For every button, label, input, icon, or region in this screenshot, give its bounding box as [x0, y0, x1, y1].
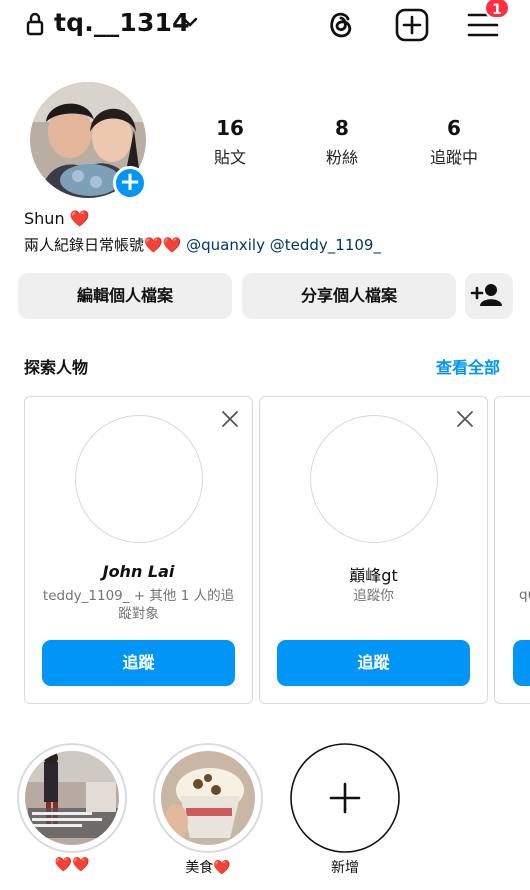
add-story-button[interactable]: + [113, 166, 147, 200]
suggested-user-name[interactable]: 巔峰gt [260, 562, 487, 586]
threads-icon[interactable] [324, 7, 358, 41]
new-highlight-button[interactable] [289, 742, 401, 854]
suggested-user-name[interactable]: John Lai [25, 562, 252, 581]
share-profile-button[interactable]: 分享個人檔案 [242, 273, 456, 319]
bio-hearts: ❤️❤️ [144, 236, 182, 254]
highlight-label: ❤️❤️ [54, 857, 90, 873]
profile-name-text: Shun [24, 209, 65, 228]
suggested-user-reason: teddy_1109_ + 其他 1 人的追蹤對象 [42, 588, 235, 622]
mention-link[interactable]: @quanxily [186, 236, 265, 254]
close-icon[interactable] [220, 409, 240, 429]
chevron-down-icon[interactable] [182, 16, 198, 28]
edit-profile-button[interactable]: 編輯個人檔案 [18, 273, 232, 319]
posts-count[interactable]: 16 貼文 [185, 116, 275, 168]
stat-value: 6 [447, 116, 461, 140]
stat-label: 粉絲 [325, 148, 358, 167]
stat-value: 8 [335, 116, 349, 140]
heart-emoji: ❤️ [69, 209, 90, 228]
create-post-icon[interactable] [394, 7, 430, 43]
suggested-user-card[interactable]: John Lai teddy_1109_ + 其他 1 人的追蹤對象 追蹤 [24, 396, 253, 704]
account-username[interactable]: tq.__1314 [54, 8, 190, 37]
suggested-user-card[interactable]: 巔峰gt 追蹤你 追蹤 [259, 396, 488, 704]
suggested-user-card-partial[interactable]: qu [494, 396, 530, 704]
add-user-icon [470, 284, 502, 306]
following-count[interactable]: 6 追蹤中 [409, 116, 499, 168]
highlight-label: 新增 [331, 860, 359, 876]
lock-icon [26, 12, 44, 36]
close-icon[interactable] [455, 409, 475, 429]
see-all-link[interactable]: 查看全部 [436, 354, 500, 378]
notification-badge: 1 [484, 0, 510, 19]
profile-name: Shun ❤️ [24, 209, 90, 228]
suggested-user-reason: 追蹤你 [353, 588, 394, 604]
discover-people-title: 探索人物 [24, 358, 89, 377]
profile-bio: 兩人紀錄日常帳號❤️❤️ @quanxily @teddy_1109_ [24, 234, 381, 255]
mention-link[interactable]: @teddy_1109_ [270, 236, 381, 254]
highlight-cover [153, 743, 263, 853]
top-bar: tq.__1314 1 [0, 0, 530, 52]
stat-value: 16 [216, 116, 244, 140]
bio-text: 兩人紀錄日常帳號 [24, 236, 145, 254]
discover-people-button[interactable] [465, 273, 513, 319]
highlight-cover [17, 743, 127, 853]
follow-button[interactable] [513, 640, 530, 686]
story-highlight[interactable] [16, 742, 128, 854]
story-highlight[interactable] [152, 742, 264, 854]
plus-icon [290, 743, 400, 853]
suggested-user-avatar[interactable] [310, 415, 438, 543]
followers-count[interactable]: 8 粉絲 [297, 116, 387, 168]
follow-button[interactable]: 追蹤 [42, 640, 235, 686]
highlight-label: 美食❤️ [185, 860, 231, 876]
follow-button[interactable]: 追蹤 [277, 640, 470, 686]
suggested-user-reason: qu [519, 587, 530, 603]
stat-label: 追蹤中 [429, 148, 478, 167]
stat-label: 貼文 [213, 148, 246, 167]
suggested-user-avatar[interactable] [75, 415, 203, 543]
